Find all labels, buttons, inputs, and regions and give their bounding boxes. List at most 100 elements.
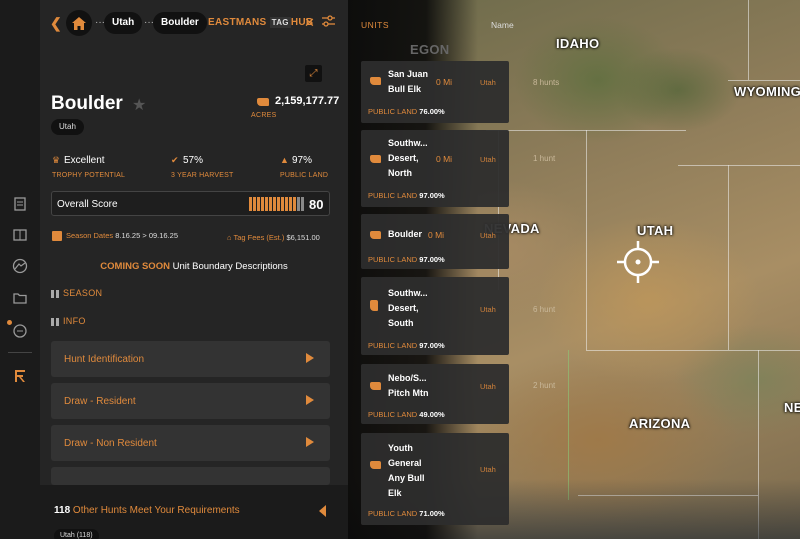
state-boundary xyxy=(728,165,729,350)
season-dates: Season Dates 8.16.25 > 09.16.25 xyxy=(52,231,178,242)
unit-card-state: Utah xyxy=(480,305,496,314)
unit-card[interactable]: Youth General Any Bull Elk Utah PUBLIC L… xyxy=(361,433,509,525)
grid-icon xyxy=(51,289,59,298)
unit-card-distance: 0 Mi xyxy=(436,154,453,164)
state-boundary xyxy=(748,0,749,80)
map-label-idaho: IDAHO xyxy=(556,36,600,51)
score-bar-segment xyxy=(301,197,304,211)
overall-score-value: 80 xyxy=(309,197,324,212)
bank-icon: ⌂ xyxy=(227,233,232,242)
unit-card[interactable]: Nebo/S... Pitch Mtn Utah 2 hunt PUBLIC L… xyxy=(361,364,555,424)
chat-icon[interactable] xyxy=(12,323,28,339)
unit-card-public: PUBLIC LAND 97.00% xyxy=(368,341,445,350)
score-bar-segment xyxy=(261,197,264,211)
unit-card-name: Youth General Any Bull Elk xyxy=(388,443,425,498)
unit-card-hunts: 2 hunt xyxy=(533,381,556,390)
eastmans-taghub-logo: EASTMANS TAG HUB xyxy=(208,17,314,28)
score-bar-segment xyxy=(253,197,256,211)
play-arrow-icon xyxy=(306,353,314,363)
unit-card[interactable]: Southw... Desert, South Utah 6 hunt PUBL… xyxy=(361,277,555,355)
unit-detail-panel: ❮ ··· Utah ··· Boulder EASTMANS TAG HUB ✕… xyxy=(40,0,348,539)
grid-icon xyxy=(51,317,59,326)
section-info[interactable]: INFO xyxy=(51,316,86,326)
tag-fees: ⌂ Tag Fees (Est.) $6,151.00 xyxy=(227,233,320,242)
state-boundary xyxy=(568,350,569,500)
document-icon[interactable] xyxy=(12,196,28,212)
unit-card-name: San Juan Bull Elk xyxy=(388,69,429,94)
score-bar-segment xyxy=(281,197,284,211)
play-arrow-icon xyxy=(306,437,314,447)
mountain-icon[interactable] xyxy=(12,258,28,274)
unit-card-distance: 0 Mi xyxy=(428,230,445,240)
accordion-hunt-identification[interactable]: Hunt Identification xyxy=(51,341,330,377)
section-season[interactable]: SEASON xyxy=(51,288,102,298)
score-bar-segment xyxy=(297,197,300,211)
coming-soon-banner: COMING SOON Unit Boundary Descriptions xyxy=(100,261,288,272)
elk-icon xyxy=(370,231,381,239)
units-name-column[interactable]: Name xyxy=(491,20,514,30)
expand-icon[interactable]: ⤢ xyxy=(305,65,322,82)
unit-card-hunts: 6 hunt xyxy=(533,305,556,314)
book-icon[interactable] xyxy=(12,227,28,243)
trees-icon: ▲ xyxy=(280,155,289,165)
elk-icon xyxy=(370,155,381,163)
play-arrow-icon xyxy=(306,395,314,405)
state-boundary xyxy=(678,165,800,166)
close-icon[interactable]: ✕ xyxy=(304,15,315,31)
map-label-wyoming: WYOMING xyxy=(734,84,800,99)
eastmans-logo-icon[interactable] xyxy=(12,368,28,384)
unit-card-name: Nebo/S... Pitch Mtn xyxy=(388,373,429,398)
elk-icon xyxy=(257,98,269,106)
folder-icon[interactable] xyxy=(12,290,28,306)
trophy-icon: ♛ xyxy=(52,155,61,165)
unit-card-distance: 0 Mi xyxy=(436,77,453,87)
unit-card[interactable]: Southw... Desert, North 0 Mi Utah 1 hunt… xyxy=(361,130,555,207)
unit-card-name: Southw... Desert, North xyxy=(388,138,428,178)
unit-card-public: PUBLIC LAND 97.00% xyxy=(368,191,445,200)
location-crosshair-icon[interactable] xyxy=(617,241,659,283)
unit-card[interactable]: Boulder 0 Mi Utah PUBLIC LAND 97.00% xyxy=(361,214,509,269)
check-circle-icon: ✔ xyxy=(171,155,179,165)
unit-card-name: Boulder xyxy=(388,229,423,239)
unit-card-state: Utah xyxy=(480,155,496,164)
collapse-arrow-icon[interactable] xyxy=(319,505,326,517)
other-hunts-count: 118 Other Hunts Meet Your Requirements xyxy=(54,505,240,516)
elk-icon xyxy=(370,382,381,390)
state-badge: Utah xyxy=(51,119,84,135)
other-hunts-footer[interactable]: 118 Other Hunts Meet Your Requirements U… xyxy=(40,485,348,539)
state-boundary xyxy=(586,130,587,350)
icon-rail xyxy=(0,0,40,539)
unit-card-public: PUBLIC LAND 49.00% xyxy=(368,410,445,419)
state-boundary xyxy=(728,80,800,81)
score-bar-segment xyxy=(289,197,292,211)
map-label-oregon: EGON xyxy=(410,42,450,57)
score-bars xyxy=(249,197,304,211)
accordion-draw-non-resident[interactable]: Draw - Non Resident xyxy=(51,425,330,461)
overall-score: Overall Score 80 xyxy=(51,191,330,216)
accordion-draw-resident[interactable]: Draw - Resident xyxy=(51,383,330,419)
accordion-partial[interactable] xyxy=(51,467,330,485)
breadcrumb-state[interactable]: Utah xyxy=(104,12,143,34)
filter-sliders-icon[interactable] xyxy=(322,15,335,27)
unit-card-public: PUBLIC LAND 71.00% xyxy=(368,509,445,518)
stat-public-land: ▲ 97% PUBLIC LAND xyxy=(280,155,329,179)
back-chevron-icon[interactable]: ❮ xyxy=(50,15,62,32)
elk-icon xyxy=(370,300,378,311)
unit-card-name: Southw... Desert, South xyxy=(388,288,428,328)
unit-card-hunts: 8 hunts xyxy=(533,78,560,87)
score-bar-segment xyxy=(249,197,252,211)
state-boundary xyxy=(586,350,800,351)
state-filter-chip[interactable]: Utah (118) xyxy=(54,529,99,539)
elk-icon xyxy=(370,461,381,469)
elk-icon xyxy=(370,77,381,85)
home-button[interactable] xyxy=(66,10,92,36)
units-list-header: UNITS xyxy=(361,20,389,30)
calendar-icon xyxy=(52,231,62,242)
breadcrumb-unit[interactable]: Boulder xyxy=(153,12,207,34)
score-bar-segment xyxy=(285,197,288,211)
stat-trophy: ♛ Excellent TROPHY POTENTIAL xyxy=(52,155,126,179)
favorite-star-icon[interactable]: ★ xyxy=(132,95,146,115)
score-bar-segment xyxy=(265,197,268,211)
unit-card-state: Utah xyxy=(480,382,496,391)
unit-card[interactable]: San Juan Bull Elk 0 Mi Utah 8 hunts PUBL… xyxy=(361,61,559,123)
